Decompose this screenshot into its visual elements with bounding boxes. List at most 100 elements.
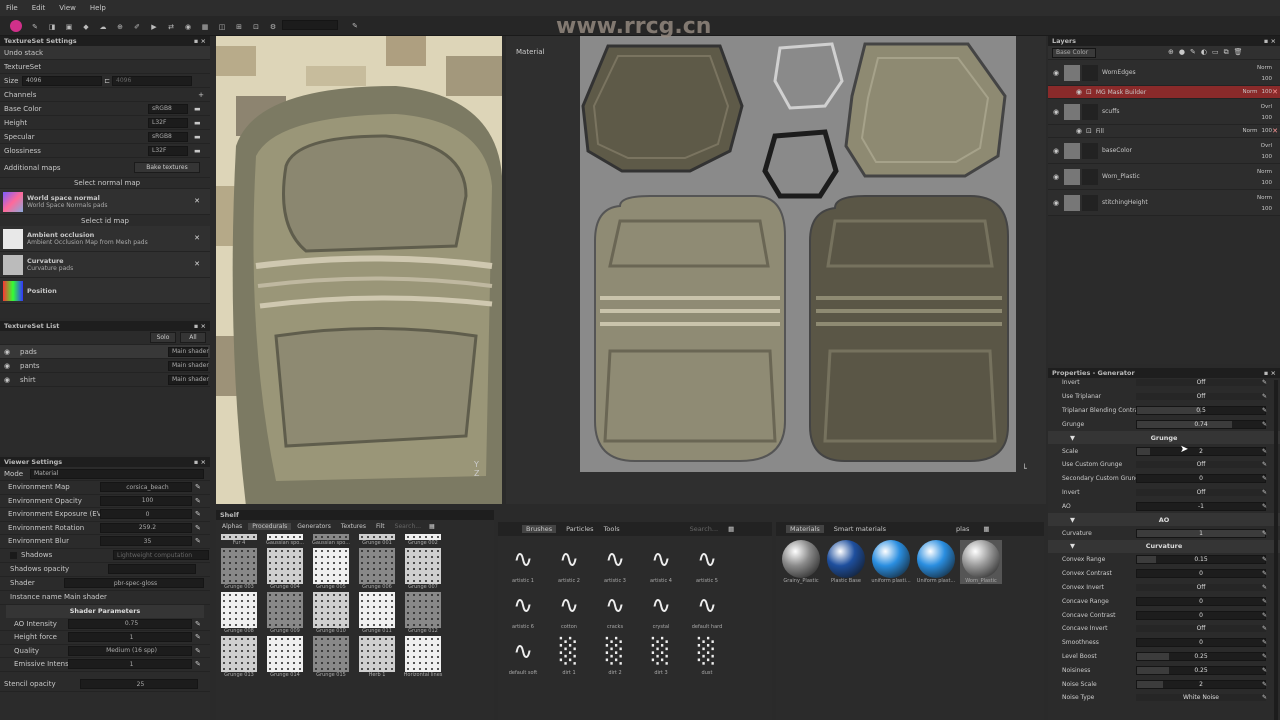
material-item[interactable]: Worn_Plastic (960, 540, 1002, 584)
tab-filters[interactable]: Filt (372, 523, 389, 530)
shelf-item[interactable]: Grunge 003 (218, 548, 260, 590)
property-value[interactable]: 0 (1136, 612, 1266, 619)
param-value[interactable]: 1 (68, 659, 192, 670)
property-value[interactable]: 0.25 (1136, 653, 1266, 660)
visibility-icon[interactable]: ◉ (1048, 69, 1064, 77)
grid-icon[interactable]: ▦ (200, 22, 210, 32)
solo-button[interactable]: Solo (150, 332, 176, 343)
property-value[interactable]: 1 (1136, 530, 1266, 537)
grunge-section-header[interactable]: ▼ Grunge (1048, 431, 1280, 445)
shelf-item[interactable]: Grunge 012 (402, 592, 444, 634)
bake-textures-button[interactable]: Bake textures (134, 162, 200, 173)
edit-icon[interactable]: ✎ (1262, 584, 1267, 591)
edit-icon[interactable]: ✎ (195, 660, 201, 668)
brush-item[interactable]: ░ dirt 3 (640, 632, 682, 676)
remove-map-icon[interactable]: ✕ (194, 234, 200, 242)
edit-icon[interactable]: ✎ (1262, 653, 1267, 660)
channel-select[interactable]: Base Color (1052, 47, 1096, 58)
picker-tool-icon[interactable]: ✐ (132, 22, 142, 32)
layer-row[interactable]: ◉ stitchingHeight Norm 100 (1048, 190, 1280, 216)
edit-icon[interactable]: ✎ (1262, 625, 1267, 632)
edit-icon[interactable]: ✎ (1262, 379, 1267, 386)
property-value[interactable]: -1 (1136, 503, 1266, 510)
blend-mode[interactable]: Norm (1242, 128, 1257, 135)
split-icon[interactable]: ⊞ (234, 22, 244, 32)
float-icon[interactable]: ▪ × (194, 322, 206, 330)
layer-row[interactable]: ◉ baseColor Ovrl 100 (1048, 138, 1280, 164)
opacity-value[interactable]: 100 (1261, 113, 1273, 124)
add-effect-icon[interactable]: ● (1179, 48, 1185, 57)
shelf-item[interactable]: Grunge 011 (356, 592, 398, 634)
float-icon[interactable]: ▪ × (194, 37, 206, 45)
blend-mode[interactable]: Norm (1257, 167, 1272, 178)
opacity-value[interactable]: 100 (1257, 74, 1273, 85)
edit-icon[interactable]: ✎ (195, 537, 201, 545)
edit-icon[interactable]: ✎ (1262, 530, 1267, 537)
remove-channel-icon[interactable]: ▬ (194, 105, 201, 113)
property-value[interactable]: 0.5 (1136, 407, 1266, 414)
layer-row[interactable]: ◉ ⊡ MG Mask Builder Norm 100 ✕ (1048, 86, 1280, 99)
property-value[interactable]: Off (1136, 583, 1266, 591)
edit-icon[interactable]: ✎ (1262, 681, 1267, 688)
brush-item[interactable]: ∿ artistic 2 (548, 540, 590, 584)
shelf-item[interactable]: Herb 1 (356, 636, 398, 678)
menu-help[interactable]: Help (90, 4, 106, 12)
layer-row[interactable]: ◉ scuffs Ovrl 100 (1048, 99, 1280, 125)
textureset-item[interactable]: ◉ pads Main shader (0, 345, 210, 359)
grid-view-icon[interactable]: ▦ (728, 525, 734, 533)
opacity-value[interactable]: 100 (1262, 128, 1273, 135)
opacity-value[interactable]: 100 (1262, 89, 1273, 96)
select-normal-map[interactable]: Select normal map (0, 178, 210, 189)
curvature-section-header[interactable]: ▼ Curvature (1048, 539, 1280, 553)
camera-icon[interactable]: ◉ (183, 22, 193, 32)
shadows-mode[interactable]: Lightweight computation (113, 550, 209, 560)
edit-icon[interactable]: ✎ (195, 620, 201, 628)
tab-brushes[interactable]: Brushes (522, 525, 557, 533)
shelf-item[interactable]: Grunge 008 (218, 592, 260, 634)
edit-icon[interactable]: ✎ (1262, 503, 1267, 510)
remove-map-icon[interactable]: ✕ (194, 197, 200, 205)
view-mode-icon[interactable]: ◫ (217, 22, 227, 32)
edit-icon[interactable]: ✎ (1262, 475, 1267, 482)
edit-icon[interactable]: ✎ (1262, 556, 1267, 563)
visibility-icon[interactable]: ◉ (1048, 199, 1064, 207)
property-value[interactable]: 0 (1136, 639, 1266, 646)
blend-mode[interactable]: Norm (1242, 89, 1257, 96)
visibility-icon[interactable]: ◉ (1048, 173, 1064, 181)
property-value[interactable]: 2 (1136, 681, 1266, 688)
brush-item[interactable]: ∿ artistic 3 (594, 540, 636, 584)
edit-icon[interactable]: ✎ (195, 647, 201, 655)
delete-icon[interactable]: 🗑 (1234, 48, 1243, 57)
toolbar-slider[interactable] (282, 20, 338, 30)
viewport-3d[interactable]: YZ (216, 36, 502, 504)
edit-icon[interactable]: ✎ (1262, 694, 1267, 701)
param-value[interactable]: 0.75 (68, 618, 192, 629)
shelf-item[interactable]: Grunge 010 (310, 592, 352, 634)
remove-map-icon[interactable]: ✕ (194, 260, 200, 268)
lock-icon[interactable]: ⊡ (251, 22, 261, 32)
edit-icon[interactable]: ✎ (195, 510, 201, 518)
tab-textures[interactable]: Textures (337, 523, 370, 530)
menu-edit[interactable]: Edit (32, 4, 46, 12)
shelf-item[interactable]: Grunge 005 (310, 548, 352, 590)
size-select[interactable]: 4096 (22, 75, 102, 86)
brush-item[interactable]: ∿ artistic 6 (502, 586, 544, 630)
material-item[interactable]: Uniform plast... (915, 540, 957, 584)
brush-item[interactable]: ∿ artistic 5 (686, 540, 728, 584)
edit-icon[interactable]: ✎ (1262, 461, 1267, 468)
size-select-2[interactable]: 4096 (112, 75, 192, 86)
visibility-icon[interactable]: ◉ (1048, 108, 1064, 116)
edit-icon[interactable]: ✎ (1262, 570, 1267, 577)
float-icon[interactable]: ▪ × (194, 458, 206, 466)
property-value[interactable]: 0.15 (1136, 556, 1266, 563)
viewport-2d[interactable]: Material └ (506, 36, 1046, 504)
edit-icon[interactable]: ✎ (1262, 407, 1267, 414)
paint-icon[interactable]: ✎ (1190, 48, 1196, 57)
float-icon[interactable]: ▪ × (1264, 37, 1276, 45)
edit-icon[interactable]: ✎ (195, 497, 201, 505)
setting-value[interactable]: 35 (100, 536, 192, 547)
setting-value[interactable]: corsica_beach (100, 482, 192, 493)
layer-row[interactable]: ◉ ⊡ Fill Norm 100 ✕ (1048, 125, 1280, 138)
remove-channel-icon[interactable]: ▬ (194, 119, 201, 127)
tab-smart-materials[interactable]: Smart materials (834, 525, 886, 533)
